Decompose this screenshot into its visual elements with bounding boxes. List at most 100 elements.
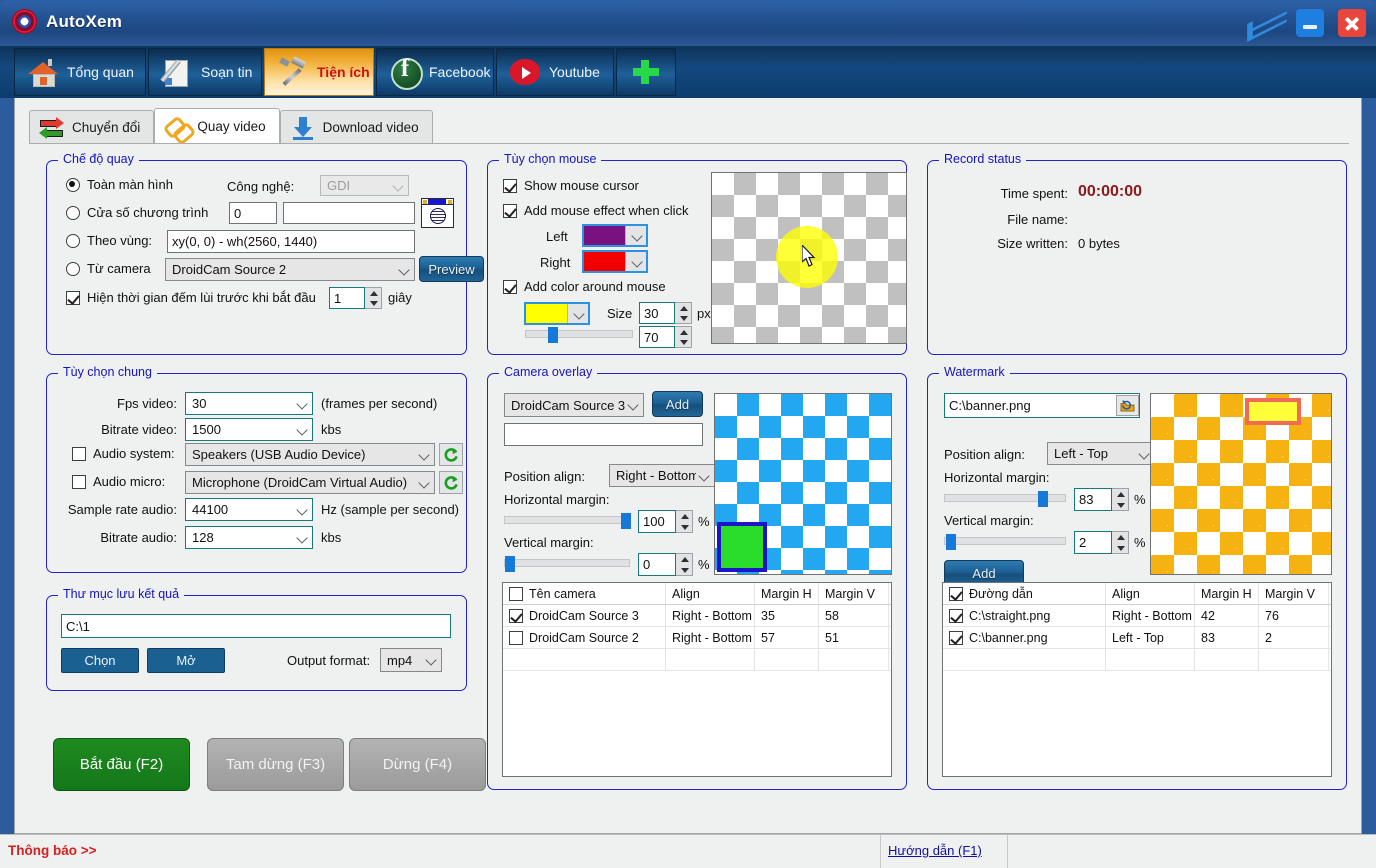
radio-region[interactable]: Theo vùng: [66, 233, 152, 248]
watermark-vmargin-stepper[interactable]: 2 [1074, 531, 1129, 554]
watermark-hmargin-up[interactable] [1112, 489, 1128, 500]
audio-micro-box[interactable] [72, 474, 86, 489]
audio-micro-checkbox[interactable]: Audio micro: [72, 474, 165, 489]
opacity-down[interactable] [675, 337, 691, 347]
window-index-input[interactable]: 0 [229, 202, 277, 224]
opacity-up[interactable] [675, 327, 691, 337]
sample-rate-combo[interactable]: 44100 [185, 498, 313, 521]
watermark-position-combo[interactable]: Left - Top [1047, 442, 1155, 465]
fps-combo[interactable]: 30 [185, 392, 313, 415]
size-up[interactable] [675, 303, 691, 313]
choose-folder-button[interactable]: Chọn [61, 648, 139, 673]
stop-button[interactable]: Dừng (F4) [349, 738, 486, 791]
radio-region-dot[interactable] [66, 233, 80, 248]
click-effect-box[interactable] [503, 203, 517, 218]
camera-position-combo[interactable]: Right - Bottom [609, 464, 715, 487]
main-tab-youtube[interactable]: Youtube [496, 48, 614, 96]
radio-window[interactable]: Cửa số chương trình [66, 205, 208, 220]
watermark-hmargin-knob[interactable] [1038, 491, 1048, 507]
close-button[interactable] [1338, 9, 1366, 37]
pause-button[interactable]: Tam dừng (F3) [207, 738, 344, 791]
bitrate-audio-combo[interactable]: 128 [185, 526, 313, 549]
around-color-checkbox[interactable]: Add color around mouse [503, 279, 666, 294]
camera-hmargin-down[interactable] [676, 522, 692, 533]
camera-overlay-name-input[interactable] [504, 423, 703, 446]
left-color-caret[interactable] [625, 226, 646, 245]
audio-system-refresh-button[interactable] [439, 443, 463, 466]
show-cursor-box[interactable] [503, 178, 517, 193]
radio-camera-dot[interactable] [66, 261, 80, 276]
watermark-vmargin-down[interactable] [1112, 543, 1128, 554]
camera-vmargin-stepper[interactable]: 0 [638, 553, 693, 576]
audio-system-combo[interactable]: Speakers (USB Audio Device) [185, 443, 435, 466]
left-color-picker[interactable] [582, 224, 648, 247]
around-color-picker[interactable] [524, 302, 590, 325]
guide-link[interactable]: Hướng dẫn (F1) [888, 843, 982, 858]
output-format-combo[interactable]: mp4 [380, 648, 442, 672]
watermark-table[interactable]: Đường dẫn Align Margin H Margin V C:\str… [942, 582, 1332, 777]
countdown-stepper[interactable]: 1 [329, 287, 382, 309]
watermark-row-checkbox[interactable] [949, 630, 963, 645]
camera-overlay-source-combo[interactable]: DroidCam Source 3 [504, 393, 644, 417]
sub-tab-chuyen-doi[interactable]: Chuyển đổi [29, 110, 155, 144]
camera-overlay-add-button[interactable]: Add [652, 391, 703, 417]
watermark-hmargin-down[interactable] [1112, 500, 1128, 511]
countdown-up[interactable] [365, 288, 381, 298]
watermark-row-checkbox[interactable] [949, 608, 963, 623]
region-input[interactable]: xy(0, 0) - wh(2560, 1440) [167, 230, 415, 253]
camera-vmargin-knob[interactable] [505, 556, 515, 572]
camera-source-combo[interactable]: DroidCam Source 2 [165, 258, 415, 281]
camera-row-checkbox[interactable] [509, 608, 523, 623]
table-row[interactable]: C:\banner.png Left - Top 83 2 [943, 627, 1331, 649]
notification-link[interactable]: Thông báo >> [8, 843, 97, 858]
countdown-checkbox-box[interactable] [66, 290, 80, 305]
table-row[interactable]: C:\straight.png Right - Bottom 42 76 [943, 605, 1331, 627]
camera-row-checkbox[interactable] [509, 630, 523, 645]
table-row[interactable]: DroidCam Source 3 Right - Bottom 35 58 [503, 605, 891, 627]
main-tab-add[interactable] [616, 48, 676, 96]
opacity-slider-knob[interactable] [548, 327, 558, 343]
double-chevron-down-icon[interactable] [1248, 6, 1282, 40]
radio-window-dot[interactable] [66, 205, 80, 220]
main-tab-tong-quan[interactable]: Tổng quan [14, 48, 146, 96]
watermark-hmargin-stepper[interactable]: 83 [1074, 488, 1129, 511]
click-effect-checkbox[interactable]: Add mouse effect when click [503, 203, 689, 218]
watermark-vmargin-slider[interactable] [944, 534, 1066, 550]
watermark-path-input[interactable]: C:\banner.png [944, 393, 1140, 418]
audio-micro-combo[interactable]: Microphone (DroidCam Virtual Audio) [185, 471, 435, 494]
camera-vmargin-slider[interactable] [504, 556, 630, 572]
audio-micro-refresh-button[interactable] [439, 471, 463, 494]
right-color-picker[interactable] [582, 250, 648, 273]
folder-browse-icon[interactable] [1116, 395, 1139, 416]
sub-tab-quay-video[interactable]: Quay video [154, 108, 280, 144]
watermark-vmargin-up[interactable] [1112, 532, 1128, 543]
radio-camera[interactable]: Từ camera [66, 261, 151, 276]
main-tab-facebook[interactable]: Facebook [376, 48, 494, 96]
countdown-checkbox[interactable]: Hiện thời gian đếm lùi trước khi bắt đầu [66, 290, 316, 305]
audio-system-checkbox[interactable]: Audio system: [72, 446, 175, 461]
camera-hmargin-up[interactable] [676, 511, 692, 522]
main-tab-tien-ich[interactable]: Tiện ích [264, 48, 374, 96]
camera-overlay-table[interactable]: Tên camera Align Margin H Margin V Droid… [502, 582, 892, 777]
camera-vmargin-down[interactable] [676, 565, 692, 576]
radio-fullscreen-dot[interactable] [66, 177, 80, 192]
camera-vmargin-up[interactable] [676, 554, 692, 565]
minimize-button[interactable] [1296, 9, 1324, 37]
watermark-header-checkbox[interactable] [949, 586, 963, 601]
opacity-slider[interactable] [525, 327, 633, 343]
output-path-input[interactable]: C:\1 [61, 614, 451, 638]
right-color-caret[interactable] [625, 252, 646, 271]
opacity-stepper[interactable]: 70 [639, 326, 692, 348]
camera-hmargin-slider[interactable] [504, 513, 631, 529]
tech-combo[interactable]: GDI [320, 175, 409, 196]
window-name-input[interactable] [283, 202, 415, 224]
bitrate-video-combo[interactable]: 1500 [185, 418, 313, 441]
table-row[interactable]: DroidCam Source 2 Right - Bottom 57 51 [503, 627, 891, 649]
radio-fullscreen[interactable]: Toàn màn hình [66, 177, 173, 192]
around-color-caret[interactable] [567, 304, 588, 323]
camera-hmargin-stepper[interactable]: 100 [638, 510, 693, 533]
countdown-down[interactable] [365, 298, 381, 308]
audio-system-box[interactable] [72, 446, 86, 461]
watermark-vmargin-knob[interactable] [946, 534, 956, 550]
main-tab-soan-tin[interactable]: Soạn tin [148, 48, 262, 96]
